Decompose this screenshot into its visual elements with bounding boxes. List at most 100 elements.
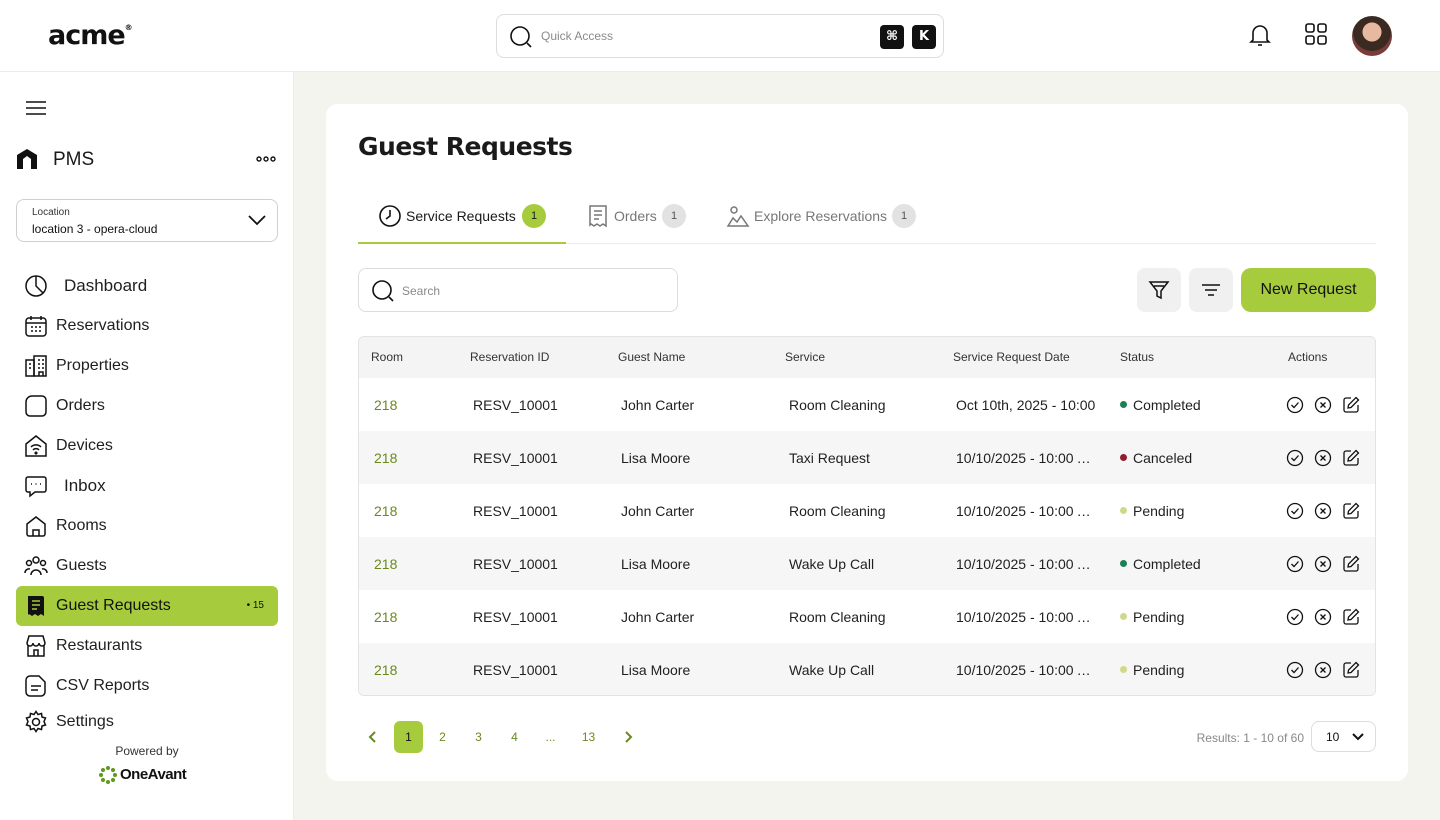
approve-icon[interactable]: [1286, 449, 1304, 467]
request-date: 10/10/2025 - 10:00 AM: [956, 556, 1096, 572]
edit-icon[interactable]: [1342, 608, 1360, 626]
service-name: Wake Up Call: [789, 556, 875, 572]
sidebar-item-label: Guest Requests: [56, 597, 171, 614]
pagination: 1 2 3 4 ... 13 Results: 1 - 10 of 60 10: [358, 721, 1376, 753]
sidebar-item-guests[interactable]: Guests: [16, 546, 278, 586]
sidebar-item-restaurants[interactable]: Restaurants: [16, 626, 278, 666]
service-name: Room Cleaning: [789, 609, 886, 625]
room-link[interactable]: 218: [374, 662, 397, 678]
per-page-value: 10: [1326, 730, 1340, 744]
sort-filter-button[interactable]: [1189, 268, 1233, 312]
requests-table: Room Reservation ID Guest Name Service S…: [358, 336, 1376, 696]
user-avatar[interactable]: [1352, 16, 1392, 56]
chevron-left-icon[interactable]: [366, 730, 380, 744]
pie-chart-icon: [25, 275, 47, 297]
sidebar-item-dashboard[interactable]: Dashboard: [16, 266, 278, 306]
table-search-input[interactable]: Search: [358, 268, 678, 312]
request-date: 10/10/2025 - 10:00 AM: [956, 503, 1096, 519]
oneavant-logo[interactable]: OneAvant: [98, 765, 187, 785]
tab-explore-reservations[interactable]: Explore Reservations 1: [726, 196, 926, 244]
cancel-icon[interactable]: [1314, 661, 1332, 679]
table-row[interactable]: 218 RESV_10001 John Carter Room Cleaning 10/…: [359, 590, 1375, 643]
bell-icon[interactable]: [1248, 22, 1272, 48]
sidebar-item-inbox[interactable]: Inbox: [16, 466, 278, 506]
page-button[interactable]: 3: [464, 721, 493, 753]
powered-by-label: Powered by: [115, 744, 179, 758]
reservation-id: RESV_10001: [473, 662, 558, 678]
sidebar-item-devices[interactable]: Devices: [16, 426, 278, 466]
status-badge: Pending: [1133, 662, 1185, 678]
tab-orders[interactable]: Orders 1: [586, 196, 696, 244]
page-button[interactable]: 13: [574, 721, 603, 753]
table-row[interactable]: 218 RESV_10001 John Carter Room Cleaning Oct…: [359, 378, 1375, 431]
acme-logo[interactable]: acme®: [48, 20, 133, 51]
page-button[interactable]: 2: [428, 721, 457, 753]
status-badge: Completed: [1133, 556, 1201, 572]
quick-access-search[interactable]: Quick Access ⌘ K: [496, 14, 944, 58]
sidebar: PMS Location location 3 - opera-cloud Da…: [0, 72, 294, 820]
sidebar-item-settings[interactable]: Settings: [16, 702, 278, 742]
sidebar-item-orders[interactable]: Orders: [16, 386, 278, 426]
sidebar-item-label: Orders: [56, 397, 105, 414]
cancel-icon[interactable]: [1314, 608, 1332, 626]
guest-name: John Carter: [621, 397, 695, 413]
column-header: Reservation ID: [470, 350, 550, 364]
chevron-right-icon[interactable]: [621, 730, 635, 744]
column-header: Guest Name: [618, 350, 686, 364]
hamburger-menu-icon[interactable]: [26, 100, 46, 116]
approve-icon[interactable]: [1286, 555, 1304, 573]
page-button[interactable]: 1: [394, 721, 423, 753]
edit-icon[interactable]: [1342, 396, 1360, 414]
results-summary: Results: 1 - 10 of 60: [1196, 731, 1304, 745]
per-page-select[interactable]: 10: [1311, 721, 1376, 752]
new-request-button[interactable]: New Request: [1241, 268, 1376, 312]
cancel-icon[interactable]: [1314, 449, 1332, 467]
sidebar-item-rooms[interactable]: Rooms: [16, 506, 278, 546]
sidebar-item-guest-requests[interactable]: Guest Requests • 15: [16, 586, 278, 626]
sidebar-item-properties[interactable]: Properties: [16, 346, 278, 386]
status-badge: Canceled: [1133, 450, 1193, 466]
edit-icon[interactable]: [1342, 502, 1360, 520]
guest-requests-count-badge: • 15: [246, 600, 264, 611]
room-link[interactable]: 218: [374, 397, 397, 413]
page-button[interactable]: 4: [500, 721, 529, 753]
more-options-icon[interactable]: [256, 156, 276, 162]
approve-icon[interactable]: [1286, 396, 1304, 414]
location-select[interactable]: Location location 3 - opera-cloud: [16, 199, 278, 242]
request-date: 10/10/2025 - 10:00 AM: [956, 609, 1096, 625]
page-title: Guest Requests: [358, 132, 573, 161]
room-link[interactable]: 218: [374, 503, 397, 519]
reservation-id: RESV_10001: [473, 397, 558, 413]
tab-count-badge: 1: [522, 204, 546, 228]
sidebar-item-csv-reports[interactable]: CSV Reports: [16, 666, 278, 706]
table-row[interactable]: 218 RESV_10001 Lisa Moore Wake Up Call 10/10…: [359, 643, 1375, 695]
funnel-icon: [1148, 281, 1170, 300]
edit-icon[interactable]: [1342, 555, 1360, 573]
table-row[interactable]: 218 RESV_10001 Lisa Moore Wake Up Call 10/10…: [359, 537, 1375, 590]
room-link[interactable]: 218: [374, 450, 397, 466]
tab-count-badge: 1: [892, 204, 916, 228]
tab-service-requests[interactable]: Service Requests 1: [358, 196, 566, 244]
approve-icon[interactable]: [1286, 608, 1304, 626]
status-badge: Completed: [1133, 397, 1201, 413]
cancel-icon[interactable]: [1314, 555, 1332, 573]
sidebar-item-label: Settings: [56, 713, 114, 730]
service-name: Taxi Request: [789, 450, 870, 466]
sidebar-item-reservations[interactable]: Reservations: [16, 306, 278, 346]
column-header: Room: [371, 350, 404, 364]
table-row[interactable]: 218 RESV_10001 John Carter Room Cleaning 10/…: [359, 484, 1375, 537]
room-link[interactable]: 218: [374, 556, 397, 572]
edit-icon[interactable]: [1342, 661, 1360, 679]
cancel-icon[interactable]: [1314, 396, 1332, 414]
status-dot-icon: [1120, 401, 1127, 408]
status-dot-icon: [1120, 613, 1127, 620]
approve-icon[interactable]: [1286, 502, 1304, 520]
edit-icon[interactable]: [1342, 449, 1360, 467]
approve-icon[interactable]: [1286, 661, 1304, 679]
room-link[interactable]: 218: [374, 609, 397, 625]
table-row[interactable]: 218 RESV_10001 Lisa Moore Taxi Request 10/10…: [359, 431, 1375, 484]
apps-grid-icon[interactable]: [1304, 22, 1328, 46]
reservation-id: RESV_10001: [473, 450, 558, 466]
funnel-filter-button[interactable]: [1137, 268, 1181, 312]
cancel-icon[interactable]: [1314, 502, 1332, 520]
